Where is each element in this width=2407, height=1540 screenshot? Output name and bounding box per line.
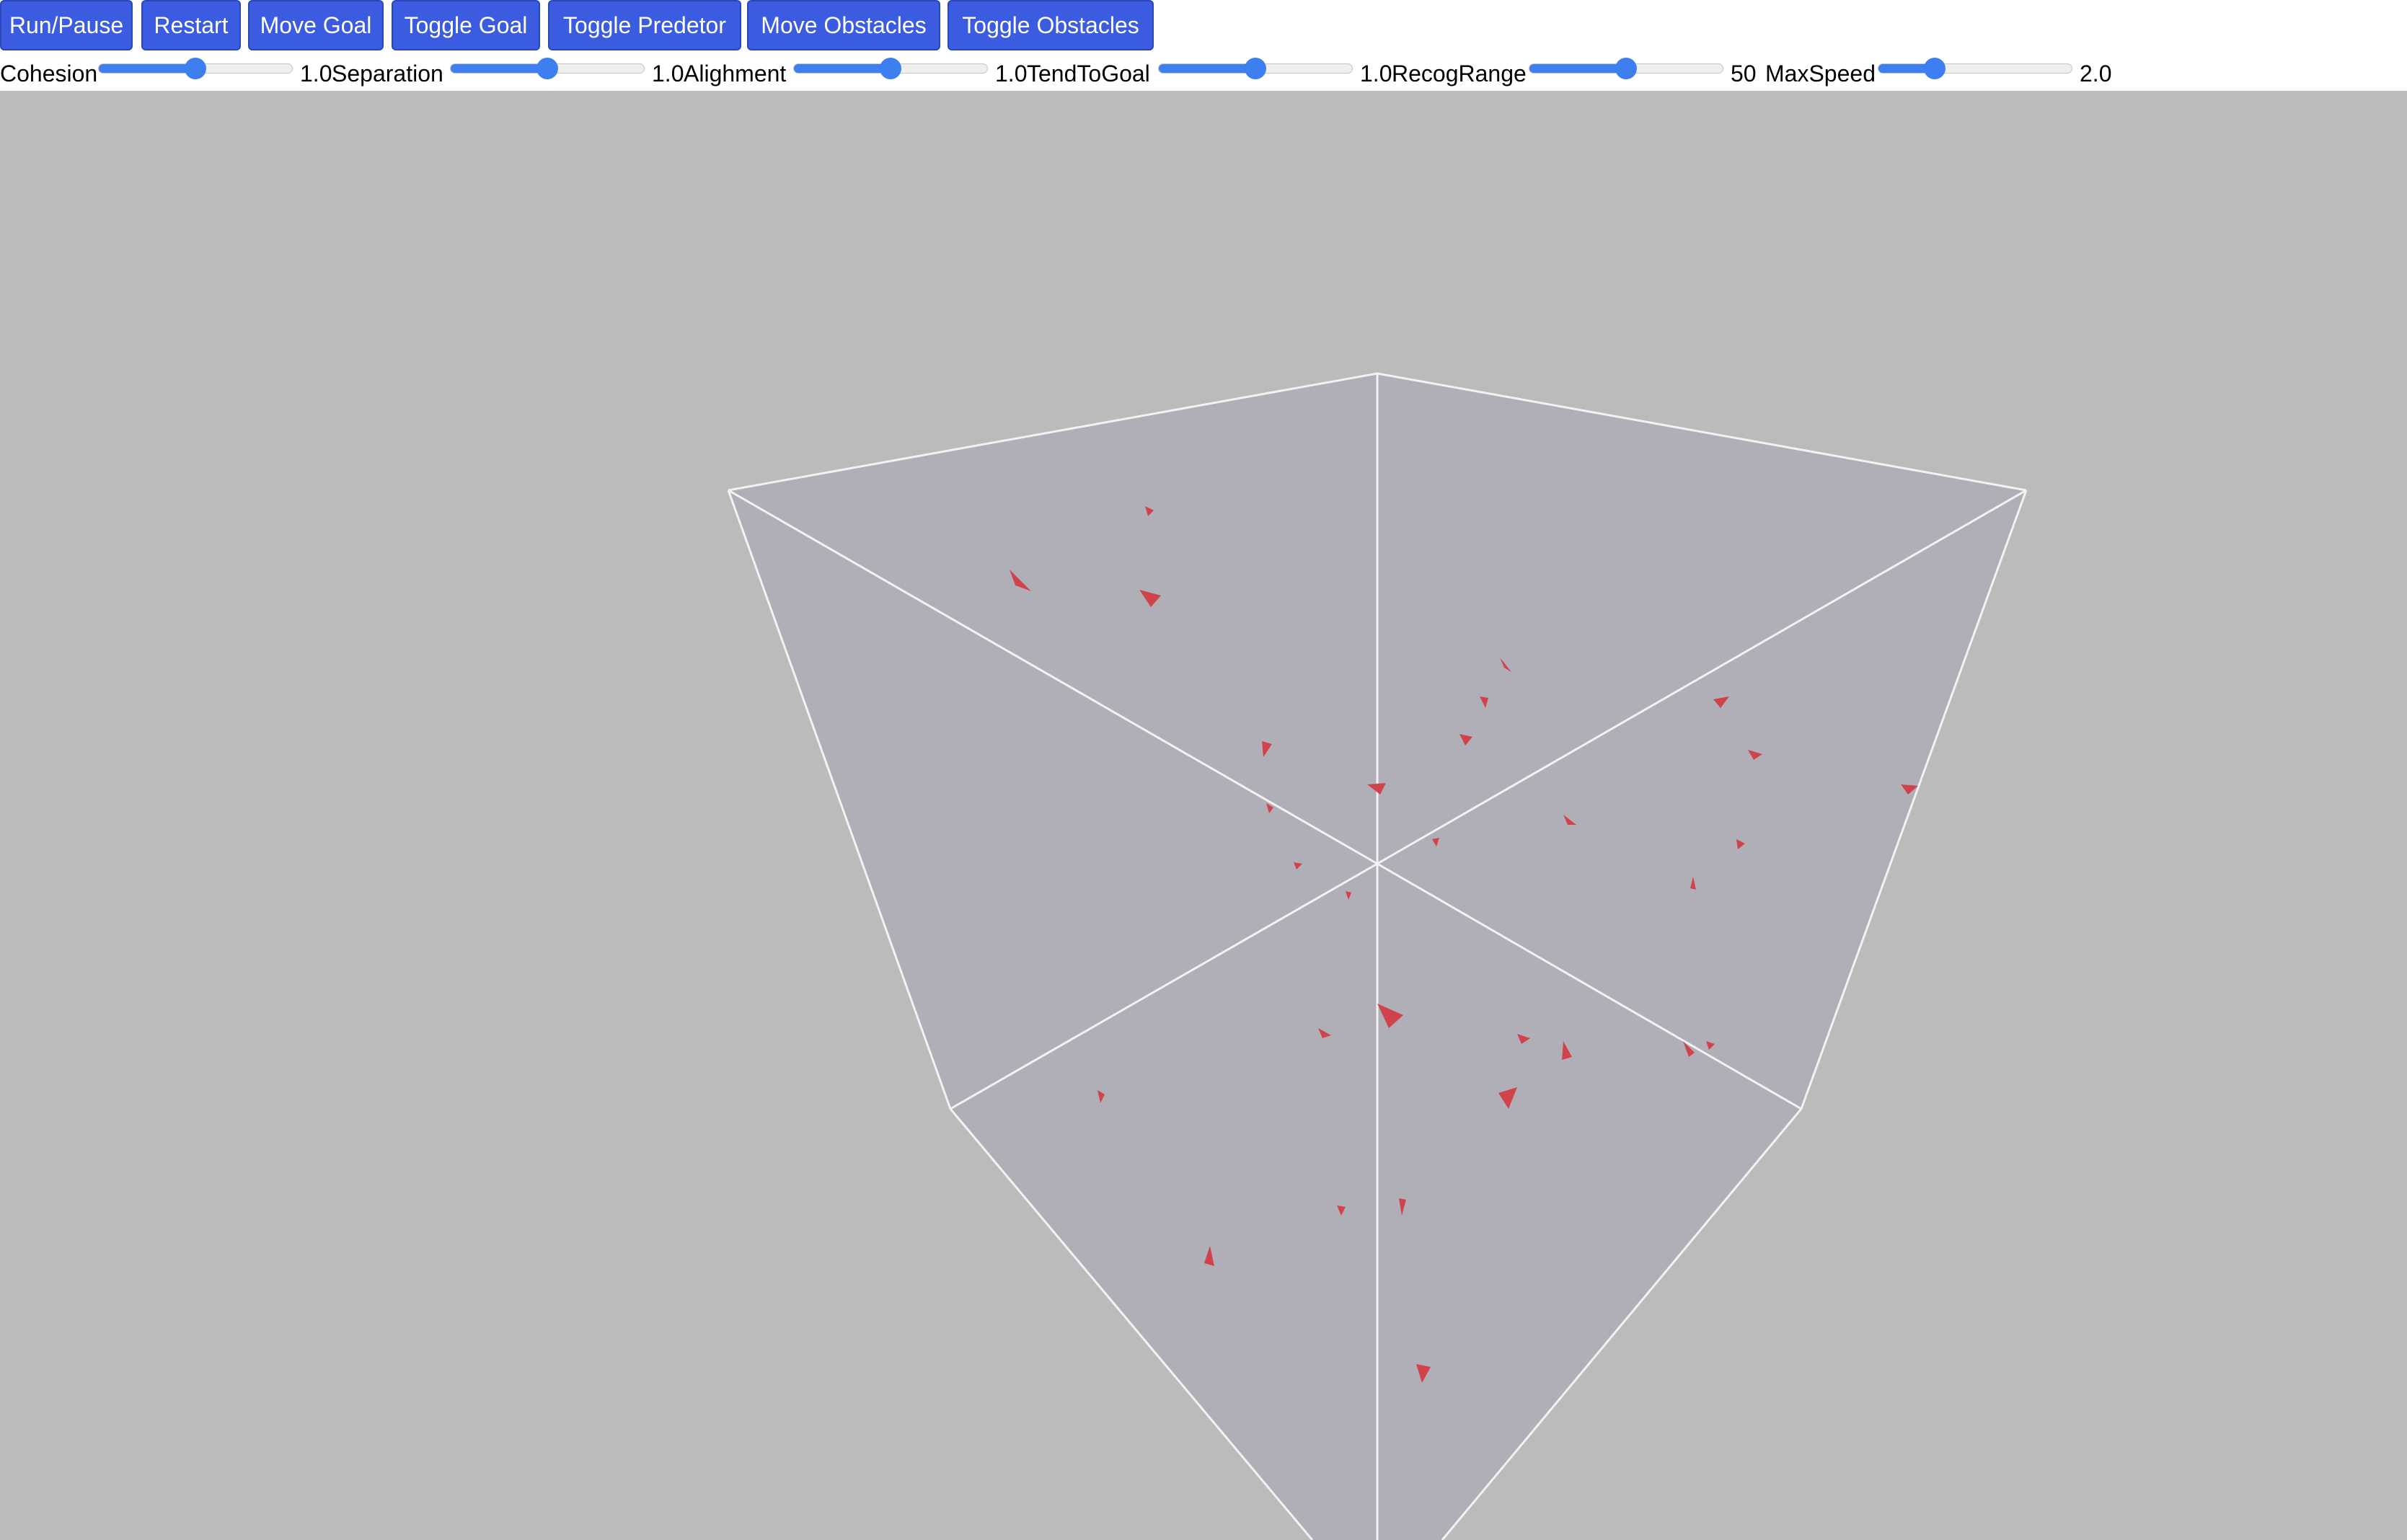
recogrange-slider-thumb[interactable] [1615,58,1637,79]
tendtogoal-slider-thumb[interactable] [1245,58,1266,79]
cohesion-value: 1.0 [300,61,332,87]
control-panel: Run/Pause Restart Move Goal Toggle Goal … [0,0,2407,91]
toggle-obstacles-button[interactable]: Toggle Obstacles [948,0,1154,50]
run-pause-button[interactable]: Run/Pause [0,0,133,50]
alighment-slider-thumb[interactable] [880,58,901,79]
simulation-viewport[interactable] [0,91,2407,1540]
alighment-label: Alighment [684,61,787,87]
maxspeed-value: 2.0 [2080,61,2112,87]
recogrange-slider[interactable] [1529,58,1723,79]
recogrange-value: 50 [1731,61,1757,87]
alighment-slider[interactable] [793,58,988,79]
move-goal-button[interactable]: Move Goal [248,0,384,50]
cohesion-slider-thumb[interactable] [185,58,206,79]
restart-button[interactable]: Restart [141,0,241,50]
separation-value: 1.0 [652,61,684,87]
toggle-predetor-button[interactable]: Toggle Predetor [548,0,741,50]
tendtogoal-value: 1.0 [1360,61,1392,87]
recogrange-label: RecogRange [1392,61,1527,87]
cohesion-slider-fill [99,64,195,73]
slider-row: Cohesion 1.0 Separation 1.0 Alighment 1.… [0,56,2407,91]
recogrange-slider-fill [1529,64,1626,73]
cohesion-slider[interactable] [98,58,293,79]
separation-slider-fill [451,64,547,73]
tendtogoal-slider-fill [1159,64,1255,73]
cohesion-label: Cohesion [0,61,98,87]
move-obstacles-button[interactable]: Move Obstacles [747,0,940,50]
alighment-value: 1.0 [995,61,1028,87]
alighment-slider-fill [794,64,891,73]
separation-label: Separation [332,61,443,87]
maxspeed-slider[interactable] [1878,58,2072,79]
toggle-goal-button[interactable]: Toggle Goal [392,0,540,50]
maxspeed-label: MaxSpeed [1765,61,1876,87]
separation-slider-thumb[interactable] [536,58,558,79]
tendtogoal-label: TendToGoal [1027,61,1150,87]
maxspeed-slider-thumb[interactable] [1923,58,1946,79]
tendtogoal-slider[interactable] [1158,58,1353,79]
separation-slider[interactable] [450,58,645,79]
